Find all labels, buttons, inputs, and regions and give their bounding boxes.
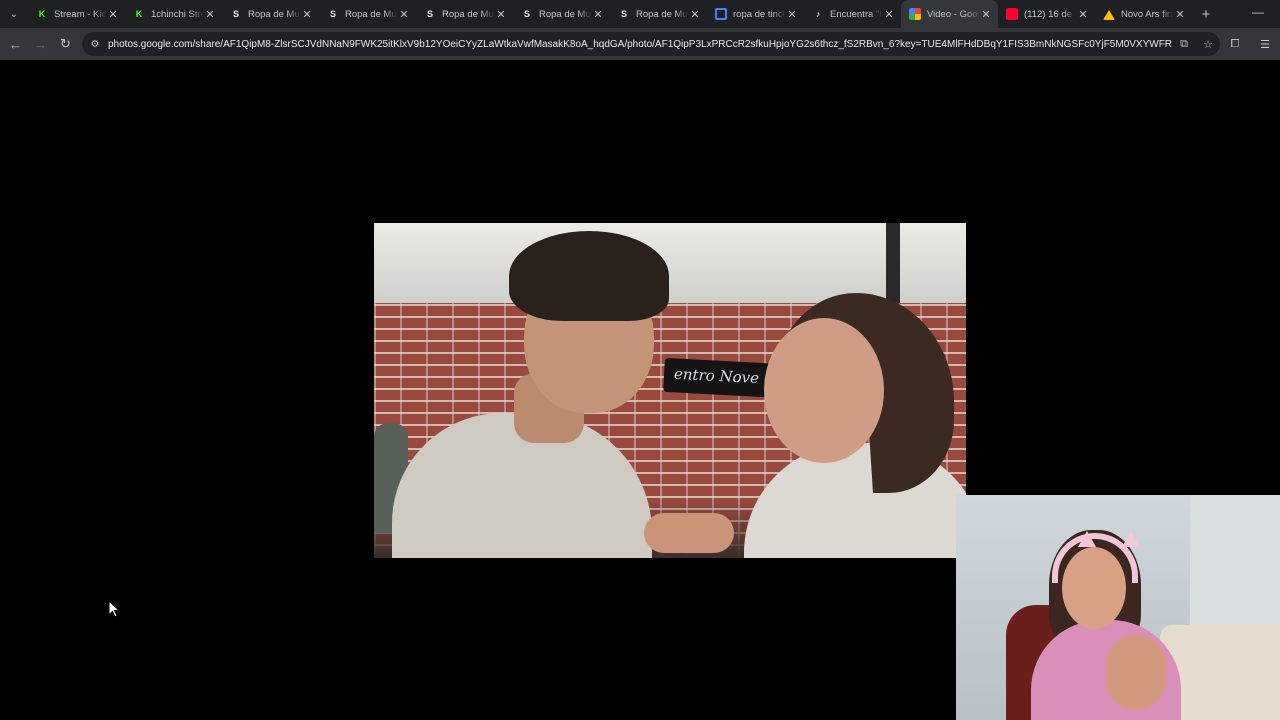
new-tab-button[interactable]: +	[1192, 6, 1220, 23]
browser-tab[interactable]: K 1chinchi Stream✕	[125, 0, 222, 28]
tab-title: Ropa de Mujer	[345, 8, 398, 20]
tab-close-icon[interactable]: ✕	[980, 8, 992, 21]
install-app-icon[interactable]: ⧉	[1172, 38, 1196, 51]
arrow-left-icon: ←	[9, 36, 22, 52]
chevron-down-icon: ⌄	[9, 8, 19, 20]
browser-tab[interactable]: K Stream - Kick ✕	[28, 0, 125, 28]
address-bar[interactable]: ⚙ photos.google.com/share/AF1QipM8-ZlsrS…	[82, 32, 1220, 56]
tab-close-icon[interactable]: ✕	[107, 8, 119, 21]
tab-close-icon[interactable]: ✕	[301, 8, 313, 21]
tab-close-icon[interactable]: ✕	[1077, 8, 1089, 21]
tab-strip: ⌄ KStream - Kick✕K1chinchi Stream✕SRopa …	[0, 0, 1280, 28]
reload-icon: ↻	[60, 36, 71, 51]
browser-tab[interactable]: ropa de tinchi ✕	[707, 0, 804, 28]
tab-close-icon[interactable]: ✕	[689, 8, 701, 21]
video-player[interactable]: entro Nove	[374, 223, 966, 558]
tab-title: Novo Ars firme	[1121, 8, 1174, 20]
webcam-overlay	[956, 495, 1280, 720]
site-info-icon[interactable]: ⚙	[82, 39, 108, 50]
browser-toolbar: ← → ↻ ⚙ photos.google.com/share/AF1QipM8…	[0, 28, 1280, 60]
s-icon: S	[232, 9, 239, 19]
toolbar-actions: ⧠ ☰	[1220, 28, 1280, 60]
tab-close-icon[interactable]: ✕	[495, 8, 507, 21]
google-photos-icon	[909, 8, 921, 20]
s-icon: S	[426, 9, 433, 19]
tab-close-icon[interactable]: ✕	[883, 8, 895, 21]
s-icon: S	[620, 9, 627, 19]
forward-button[interactable]: →	[28, 30, 53, 58]
tab-title: Encuentra "tinchi	[830, 8, 883, 20]
browser-tab[interactable]: S Ropa de Mujer✕	[222, 0, 319, 28]
s-icon: S	[329, 9, 336, 19]
url-text[interactable]: photos.google.com/share/AF1QipM8-ZlsrSCJ…	[108, 39, 1172, 50]
side-panel-icon[interactable]: ☰	[1250, 38, 1280, 51]
video-scene-man-hair	[509, 231, 669, 321]
browser-tab[interactable]: (112) 16 de ✕	[998, 0, 1095, 28]
video-scene-woman-head	[764, 318, 884, 463]
video-scene-beam	[886, 223, 900, 303]
tab-title: Video - Google Photos	[927, 8, 980, 20]
browser-tab[interactable]: Novo Ars firme✕	[1095, 0, 1192, 28]
google-icon	[715, 8, 727, 20]
minimize-icon: —	[1252, 5, 1264, 19]
tiktok-icon: ♪	[815, 9, 821, 19]
bookmark-star-icon[interactable]: ☆	[1196, 38, 1220, 51]
tab-title: 1chinchi Stream	[151, 8, 204, 20]
kick-icon: K	[38, 9, 46, 19]
tab-title: Ropa de Mujer	[636, 8, 689, 20]
browser-tab[interactable]: S Ropa de Mujer✕	[610, 0, 707, 28]
webcam-cat-ear-left	[1078, 531, 1096, 547]
tab-list: KStream - Kick✕K1chinchi Stream✕SRopa de…	[28, 0, 1192, 28]
webcam-streamer-hand	[1106, 635, 1166, 710]
tab-close-icon[interactable]: ✕	[592, 8, 604, 21]
kick-icon: K	[135, 9, 143, 19]
reload-button[interactable]: ↻	[53, 30, 78, 58]
google-drive-icon	[1103, 8, 1115, 20]
tab-title: Ropa de Mujer	[539, 8, 592, 20]
tab-close-icon[interactable]: ✕	[204, 8, 216, 21]
tab-close-icon[interactable]: ✕	[786, 8, 798, 21]
minimize-button[interactable]: —	[1252, 5, 1264, 19]
tab-title: Stream - Kick	[54, 8, 107, 20]
browser-tab[interactable]: S Ropa de Mujer✕	[513, 0, 610, 28]
video-scene-ceiling	[374, 223, 966, 303]
s-icon: S	[523, 9, 530, 19]
tab-title: (112) 16 de	[1024, 8, 1072, 20]
plus-icon: +	[1201, 5, 1211, 23]
webcam-cat-ear-right	[1122, 531, 1140, 547]
tab-title: Ropa de Mujer	[248, 8, 301, 20]
browser-tab[interactable]: S Ropa de Mujer✕	[319, 0, 416, 28]
browser-tab[interactable]: S Ropa de Mujer✕	[416, 0, 513, 28]
tab-close-icon[interactable]: ✕	[398, 8, 410, 21]
youtube-icon	[1006, 8, 1018, 20]
tab-title: ropa de tinchi	[733, 8, 786, 20]
browser-tab-active[interactable]: Video - Google Photos✕	[901, 0, 998, 28]
tab-title: Ropa de Mujer	[442, 8, 495, 20]
back-button[interactable]: ←	[3, 30, 28, 58]
tab-close-icon[interactable]: ✕	[1174, 8, 1186, 21]
mouse-cursor-icon	[108, 600, 120, 618]
video-scene-hands	[644, 513, 734, 553]
arrow-right-icon: →	[34, 36, 47, 52]
extensions-icon[interactable]: ⧠	[1220, 38, 1250, 51]
browser-tab[interactable]: ♪ Encuentra "tinchi✕	[804, 0, 901, 28]
tab-search-button[interactable]: ⌄	[0, 0, 28, 28]
